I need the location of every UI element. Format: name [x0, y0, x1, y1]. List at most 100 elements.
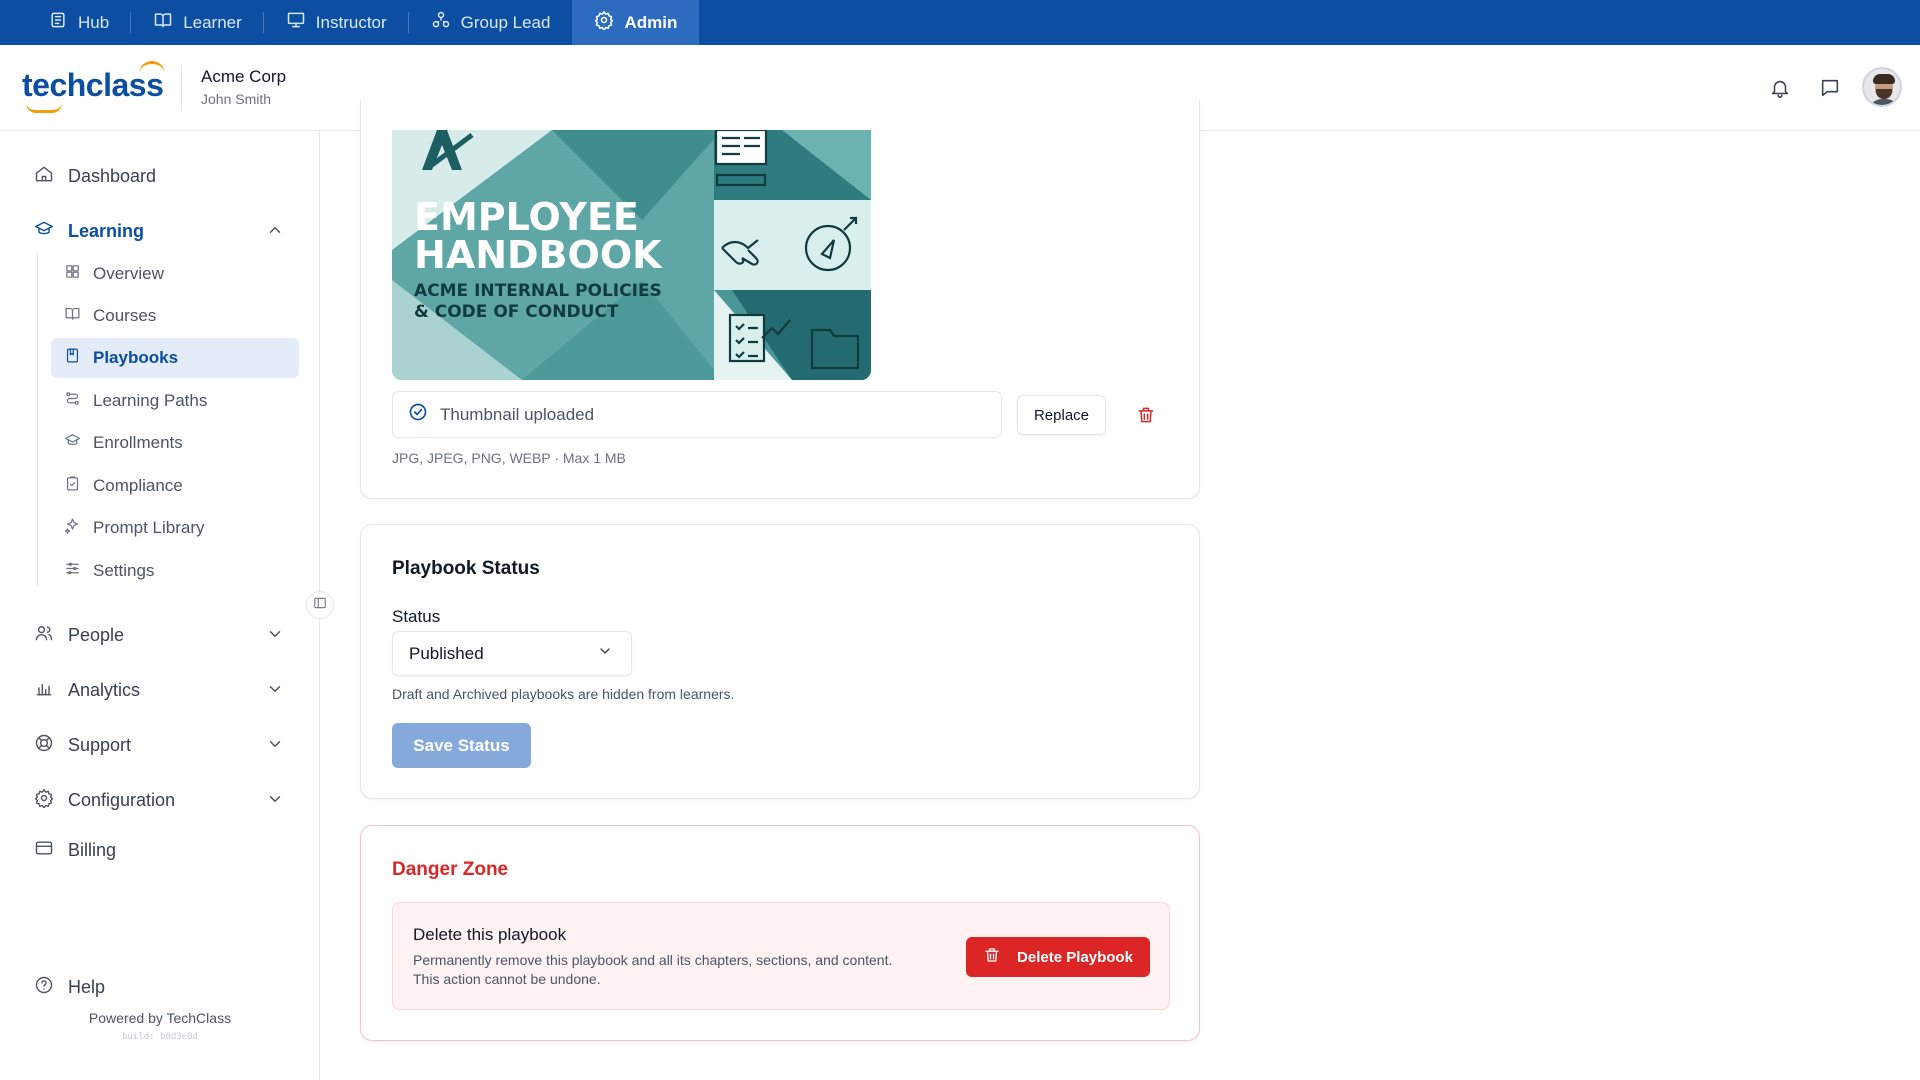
- sidebar-item-label: Learning Paths: [93, 391, 208, 410]
- sidebar-item-label: Help: [68, 977, 106, 997]
- trash-icon: [983, 946, 1001, 968]
- playbook-thumbnail-image: EMPLOYEE HANDBOOK ACME INTERNAL POLICIES…: [392, 130, 871, 380]
- org-name[interactable]: Acme Corp: [201, 67, 286, 87]
- chevron-down-icon: [597, 643, 613, 664]
- role-tab-label: Instructor: [315, 12, 387, 32]
- sidebar-item-label: Courses: [93, 306, 157, 325]
- chevron-down-icon[interactable]: [266, 625, 284, 643]
- save-status-button[interactable]: Save Status: [392, 723, 531, 768]
- graduation-cap-icon: [64, 432, 81, 454]
- role-tab-group-lead[interactable]: Group Lead: [409, 0, 573, 45]
- techclass-logo[interactable]: techclass: [22, 61, 166, 113]
- sidebar-item-analytics[interactable]: Analytics: [34, 678, 140, 703]
- sidebar-item-label: Enrollments: [93, 433, 183, 452]
- user-name: John Smith: [201, 91, 272, 107]
- delete-playbook-button[interactable]: Delete Playbook: [966, 937, 1150, 977]
- chevron-down-icon[interactable]: [266, 790, 284, 808]
- status-field-label: Status: [392, 607, 441, 626]
- check-circle-icon: [408, 402, 428, 427]
- lifebuoy-icon: [34, 733, 54, 758]
- chevron-up-icon[interactable]: [266, 221, 284, 239]
- powered-by: Powered by TechClass: [88, 1010, 232, 1026]
- danger-zone-card: Danger Zone Delete this playbook Permane…: [360, 825, 1200, 1041]
- role-tab-admin[interactable]: Admin: [572, 0, 700, 45]
- gear-icon: [594, 10, 614, 35]
- sidebar-item-label: Compliance: [93, 476, 183, 495]
- sidebar-item-overview[interactable]: Overview: [51, 254, 299, 294]
- sidebar-item-label: Support: [68, 735, 132, 755]
- sidebar-item-help[interactable]: Help: [34, 975, 105, 1000]
- sidebar-item-dashboard[interactable]: Dashboard: [34, 164, 156, 189]
- delete-playbook-panel: Delete this playbook Permanently remove …: [392, 902, 1170, 1010]
- credit-card-icon: [34, 838, 54, 863]
- build-id: build: b0d3e8d: [122, 1032, 198, 1042]
- trash-icon[interactable]: [1136, 405, 1156, 425]
- sidebar-item-courses[interactable]: Courses: [51, 296, 299, 336]
- bell-icon[interactable]: [1769, 77, 1791, 99]
- hub-icon: [48, 10, 68, 35]
- sidebar-item-playbooks[interactable]: Playbooks: [51, 338, 299, 378]
- role-tab-label: Group Lead: [460, 12, 551, 32]
- sidebar-item-configuration[interactable]: Configuration: [34, 788, 175, 813]
- card-title: Playbook Status: [392, 558, 540, 579]
- gear-icon: [34, 788, 54, 813]
- danger-zone-title: Danger Zone: [392, 859, 509, 880]
- book-open-icon: [153, 10, 173, 35]
- thumbnail-upload-status: Thumbnail uploaded: [392, 391, 1002, 438]
- thumbnail-format-hint: JPG, JPEG, PNG, WEBP · Max 1 MB: [392, 450, 626, 466]
- sidebar-item-prompt-library[interactable]: Prompt Library: [51, 508, 299, 548]
- role-tab-hub[interactable]: Hub: [26, 0, 132, 45]
- group-icon: [431, 10, 451, 35]
- route-icon: [64, 390, 81, 412]
- sparkles-icon: [64, 517, 81, 539]
- sidebar-item-compliance[interactable]: Compliance: [51, 466, 299, 506]
- sidebar-item-label: People: [68, 625, 125, 645]
- presentation-icon: [286, 10, 306, 35]
- role-tab-instructor[interactable]: Instructor: [264, 0, 409, 45]
- playbook-status-card: Playbook Status Status Published Draft a…: [360, 524, 1200, 799]
- sidebar-item-support[interactable]: Support: [34, 733, 131, 758]
- collapse-sidebar-button[interactable]: [306, 591, 334, 619]
- sidebar-item-people[interactable]: People: [34, 623, 124, 648]
- status-select[interactable]: Published: [392, 631, 632, 676]
- delete-description: Permanently remove this playbook and all…: [413, 952, 893, 987]
- thumbnail-subtitle-line1: ACME INTERNAL POLICIES: [414, 281, 662, 301]
- status-help-text: Draft and Archived playbooks are hidden …: [392, 686, 735, 702]
- sidebar-item-billing[interactable]: Billing: [34, 838, 116, 863]
- replace-thumbnail-button[interactable]: Replace: [1017, 395, 1106, 435]
- panel-left-icon: [313, 596, 327, 615]
- help-circle-icon: [34, 975, 54, 1000]
- sidebar-item-label: Configuration: [68, 790, 176, 810]
- graduation-cap-icon: [34, 219, 54, 244]
- clipboard-check-icon: [64, 475, 81, 497]
- delete-heading: Delete this playbook: [413, 925, 567, 944]
- sidebar-item-label: Playbooks: [93, 348, 179, 367]
- sidebar: Dashboard Learning Overview Courses Play…: [0, 131, 334, 1080]
- sliders-icon: [64, 560, 81, 582]
- bar-chart-icon: [34, 678, 54, 703]
- delete-button-label: Delete Playbook: [1017, 948, 1133, 966]
- role-tab-label: Admin: [624, 12, 678, 32]
- avatar[interactable]: [1862, 67, 1902, 107]
- role-switcher-bar: Hub Learner Instructor Group Lead Admin: [0, 0, 1920, 45]
- role-tab-label: Learner: [183, 12, 242, 32]
- sidebar-item-label: Dashboard: [68, 166, 157, 186]
- book-open-icon: [64, 305, 81, 327]
- role-tab-learner[interactable]: Learner: [131, 0, 264, 45]
- users-icon: [34, 623, 54, 648]
- upload-status-text: Thumbnail uploaded: [440, 404, 595, 424]
- notebook-icon: [64, 347, 81, 369]
- sidebar-item-learning-paths[interactable]: Learning Paths: [51, 381, 299, 421]
- sidebar-item-learning[interactable]: Learning: [34, 219, 144, 244]
- sidebar-item-enrollments[interactable]: Enrollments: [51, 423, 299, 463]
- thumbnail-subtitle-line2: & CODE OF CONDUCT: [414, 302, 619, 322]
- sidebar-item-label: Overview: [93, 264, 164, 283]
- chat-icon[interactable]: [1819, 77, 1841, 99]
- role-tab-label: Hub: [78, 12, 110, 32]
- sidebar-item-label: Prompt Library: [93, 518, 205, 537]
- chevron-down-icon[interactable]: [266, 680, 284, 698]
- sidebar-item-label: Learning: [68, 221, 145, 241]
- sidebar-item-settings[interactable]: Settings: [51, 551, 299, 591]
- sidebar-item-label: Settings: [93, 561, 155, 580]
- chevron-down-icon[interactable]: [266, 735, 284, 753]
